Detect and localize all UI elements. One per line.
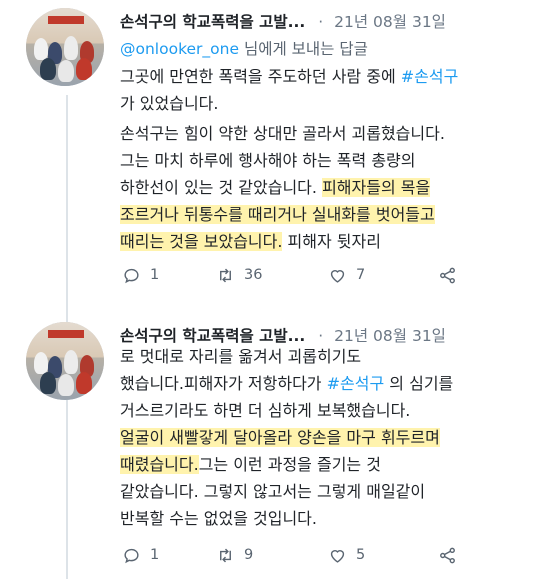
text-line: 가 있었습니다. <box>120 94 219 113</box>
like-button[interactable]: 5 <box>328 544 365 566</box>
reply-icon <box>124 548 139 563</box>
retweet-icon <box>220 268 231 282</box>
share-icon <box>440 267 455 283</box>
text-line: 하한선이 있는 것 같았습니다. 피해자들의 목을 <box>120 178 431 197</box>
reply-button[interactable]: 1 <box>122 264 159 286</box>
retweet-count: 9 <box>244 547 254 563</box>
like-count: 7 <box>356 267 366 283</box>
share-icon <box>440 547 455 563</box>
text-line: 거스르기라도 하면 더 심하게 보복했습니다. <box>120 401 411 420</box>
author-name[interactable]: 손석구의 학교폭력을 고발... <box>120 13 305 31</box>
reply-to-handle[interactable]: @onlooker_one <box>120 40 239 58</box>
text-line: 그곳에 만연한 폭력을 주도하던 사람 중에 #손석구 <box>120 67 459 86</box>
share-button[interactable] <box>438 544 457 566</box>
reply-context: @onlooker_one 님에게 보내는 답글 <box>120 37 368 59</box>
highlighted-text: 조르거나 뒤통수를 때리거나 실내화를 벗어들고 <box>120 205 435 224</box>
reply-count: 1 <box>150 547 160 563</box>
text-line: 때리는 것을 보았습니다. 피해자 뒷자리 <box>120 232 381 251</box>
hashtag-link[interactable]: #손석구 <box>327 374 385 393</box>
tweet-body: 손석구의 학교폭력을 고발... · 21년 08월 31일 로 멋대로 자리를… <box>120 310 534 579</box>
tweet-text: 그곳에 만연한 폭력을 주도하던 사람 중에 #손석구 가 있었습니다. 손석구… <box>120 63 458 255</box>
heart-icon <box>330 549 345 563</box>
avatar[interactable] <box>26 8 104 86</box>
like-count: 5 <box>356 547 366 563</box>
text-line: 때렸습니다.그는 이런 과정을 즐기는 것 <box>120 455 381 474</box>
text-line: 손석구는 힘이 약한 상대만 골라서 괴롭혔습니다. <box>120 124 445 143</box>
retweet-button[interactable]: 36 <box>216 264 262 286</box>
reply-count: 1 <box>150 267 160 283</box>
tweet-date[interactable]: 21년 08월 31일 <box>334 13 446 31</box>
tweet-text: 로 멋대로 자리를 옮겨서 괴롭히기도 했습니다.피해자가 저항하다가 #손석구… <box>120 343 453 532</box>
text-line: 그는 마치 하루에 행사해야 하는 폭력 총량의 <box>120 151 416 170</box>
text-line: 얼굴이 새빨갛게 달아올라 양손을 마구 휘두르며 <box>120 424 453 451</box>
retweet-count: 36 <box>244 267 263 283</box>
highlighted-text: 얼굴이 새빨갛게 달아올라 양손을 마구 휘두르며 <box>120 428 440 447</box>
text-line: 같았습니다. 그렇지 않고서는 그렇게 매일같이 <box>120 482 426 501</box>
heart-icon <box>330 269 345 283</box>
reply-to-suffix: 님에게 보내는 답글 <box>243 40 368 58</box>
retweet-icon <box>220 548 231 562</box>
text-line: 조르거나 뒤통수를 때리거나 실내화를 벗어들고 <box>120 201 458 228</box>
highlighted-text: 때렸습니다. <box>120 455 199 474</box>
text-line: 반복할 수는 없었을 것입니다. <box>120 509 317 528</box>
highlighted-text: 피해자들의 목을 <box>322 178 431 197</box>
highlighted-text: 때리는 것을 보았습니다. <box>120 232 283 251</box>
retweet-button[interactable]: 9 <box>216 544 253 566</box>
tweet-body: 손석구의 학교폭력을 고발... · 21년 08월 31일 @onlooker… <box>120 0 534 310</box>
tweet[interactable]: 손석구의 학교폭력을 고발... · 21년 08월 31일 로 멋대로 자리를… <box>0 310 546 579</box>
reply-icon <box>124 268 139 283</box>
share-button[interactable] <box>438 264 457 286</box>
text-line: 로 멋대로 자리를 옮겨서 괴롭히기도 <box>120 347 362 366</box>
like-button[interactable]: 7 <box>328 264 365 286</box>
hashtag-link[interactable]: #손석구 <box>401 67 459 86</box>
separator: · <box>318 13 324 31</box>
avatar[interactable] <box>26 322 104 400</box>
tweet[interactable]: 손석구의 학교폭력을 고발... · 21년 08월 31일 @onlooker… <box>0 0 546 310</box>
tweet-header: 손석구의 학교폭력을 고발... · 21년 08월 31일 <box>120 10 446 32</box>
text-line: 했습니다.피해자가 저항하다가 #손석구 의 심기를 <box>120 374 454 393</box>
reply-button[interactable]: 1 <box>122 544 159 566</box>
